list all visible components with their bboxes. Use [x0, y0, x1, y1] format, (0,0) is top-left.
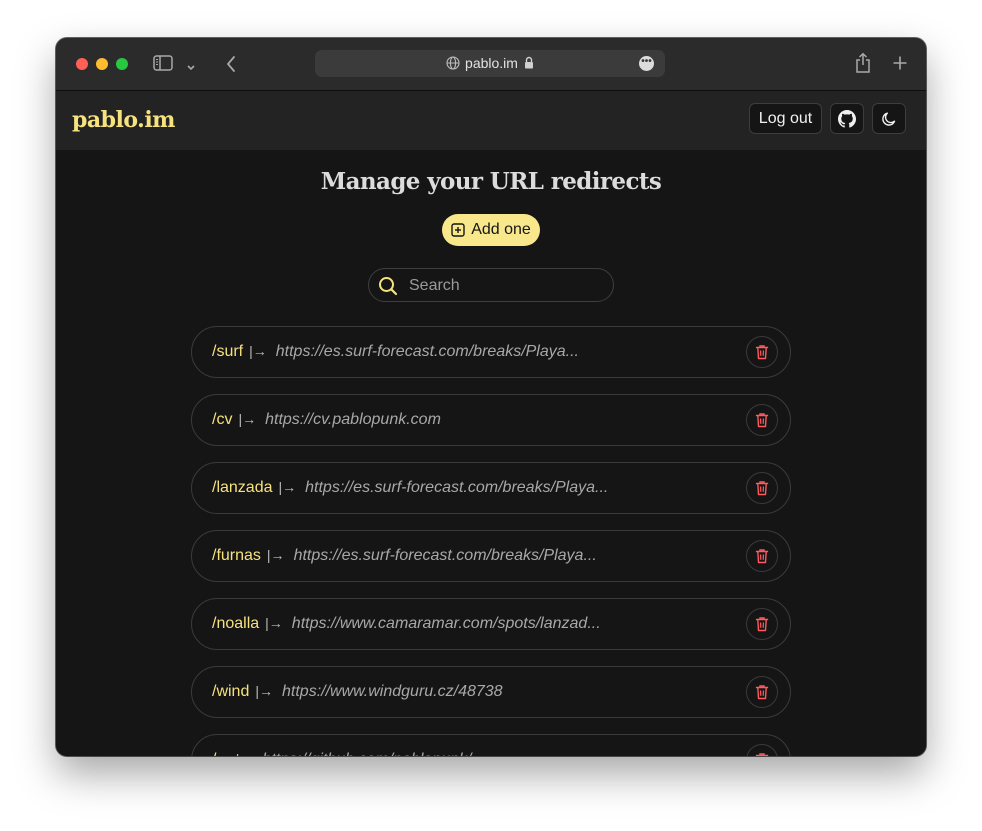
- trash-icon: [755, 753, 769, 756]
- redirect-arrow-icon: |→: [238, 411, 257, 427]
- chevron-down-icon[interactable]: [186, 59, 196, 77]
- github-button[interactable]: [830, 103, 864, 134]
- redirect-list: /surf |→ https://es.surf-forecast.com/brea…: [191, 326, 791, 756]
- delete-redirect-button[interactable]: [746, 540, 778, 572]
- main-content: Manage your URL redirects Add one /surf |…: [56, 150, 926, 756]
- redirect-target-url: https://es.surf-forecast.com/breaks/Play…: [305, 479, 609, 496]
- redirect-slug[interactable]: /noalla |→ https://www.camaramar.com/spots…: [212, 615, 601, 633]
- logout-button[interactable]: Log out: [749, 103, 822, 134]
- more-options-icon[interactable]: •••: [639, 56, 654, 71]
- browser-titlebar: pablo.im •••: [56, 38, 926, 91]
- redirect-slug[interactable]: /surf |→ https://es.surf-forecast.com/brea…: [212, 343, 579, 361]
- redirect-slug-text: /lanzada: [212, 479, 273, 496]
- redirect-target-url: https://github.com/pablopunk/...: [262, 751, 484, 756]
- delete-redirect-button[interactable]: [746, 472, 778, 504]
- redirect-arrow-icon: |→: [265, 615, 283, 631]
- redirect-target-url: https://es.surf-forecast.com/breaks/Play…: [275, 343, 579, 360]
- address-host-text: pablo.im: [465, 55, 518, 71]
- app-header: pablo.im Log out: [56, 91, 926, 150]
- redirect-slug-text: /...: [212, 751, 230, 756]
- trash-icon: [755, 617, 769, 632]
- redirect-arrow-icon: |→: [255, 683, 273, 699]
- redirect-slug-text: /wind: [212, 683, 250, 700]
- trash-icon: [755, 481, 769, 496]
- site-logo[interactable]: pablo.im: [72, 107, 175, 133]
- search-box[interactable]: [368, 268, 614, 302]
- trash-icon: [755, 549, 769, 564]
- trash-icon: [755, 345, 769, 360]
- redirect-arrow-icon: |→: [278, 479, 297, 495]
- back-arrow-icon[interactable]: [225, 55, 237, 78]
- add-square-icon: [451, 223, 465, 237]
- redirect-slug[interactable]: /cv |→ https://cv.pablopunk.com: [212, 411, 441, 429]
- redirect-target-url: https://cv.pablopunk.com: [265, 411, 441, 428]
- redirect-target-url: https://www.camaramar.com/spots/lanzad..…: [291, 615, 601, 632]
- minimize-window-button[interactable]: [96, 58, 108, 70]
- redirect-slug[interactable]: /lanzada |→ https://es.surf-forecast.com/b…: [212, 479, 608, 497]
- close-window-button[interactable]: [76, 58, 88, 70]
- share-icon[interactable]: [854, 52, 872, 79]
- redirect-slug[interactable]: /... |→ https://github.com/pablopunk/...: [212, 751, 485, 756]
- redirect-row[interactable]: /... |→ https://github.com/pablopunk/...: [191, 734, 791, 756]
- delete-redirect-button[interactable]: [746, 404, 778, 436]
- moon-icon: [882, 112, 896, 126]
- redirect-slug-text: /furnas: [212, 547, 261, 564]
- page-title: Manage your URL redirects: [320, 168, 662, 195]
- delete-redirect-button[interactable]: [746, 676, 778, 708]
- redirect-row[interactable]: /furnas |→ https://es.surf-forecast.com/br…: [191, 530, 791, 582]
- redirect-arrow-icon: |→: [266, 547, 285, 563]
- redirect-arrow-icon: |→: [236, 751, 254, 756]
- redirect-row[interactable]: /surf |→ https://es.surf-forecast.com/brea…: [191, 326, 791, 378]
- globe-icon: [446, 56, 460, 70]
- redirect-row[interactable]: /noalla |→ https://www.camaramar.com/spots…: [191, 598, 791, 650]
- redirect-slug[interactable]: /wind |→ https://www.windguru.cz/48738: [212, 683, 503, 701]
- redirect-slug[interactable]: /furnas |→ https://es.surf-forecast.com/br…: [212, 547, 597, 565]
- search-input[interactable]: [407, 274, 601, 298]
- github-icon: [838, 109, 856, 128]
- zoom-window-button[interactable]: [116, 58, 128, 70]
- redirect-target-url: https://www.windguru.cz/48738: [282, 683, 503, 700]
- trash-icon: [755, 685, 769, 700]
- redirect-slug-text: /noalla: [212, 615, 260, 632]
- new-tab-plus-icon[interactable]: [892, 55, 908, 76]
- search-icon: [378, 276, 398, 301]
- redirect-slug-text: /cv: [212, 411, 233, 428]
- theme-toggle-button[interactable]: [872, 103, 906, 134]
- redirect-row[interactable]: /lanzada |→ https://es.surf-forecast.com/b…: [191, 462, 791, 514]
- trash-icon: [755, 413, 769, 428]
- redirect-row[interactable]: /cv |→ https://cv.pablopunk.com: [191, 394, 791, 446]
- add-redirect-button[interactable]: Add one: [442, 214, 540, 246]
- address-host: pablo.im: [315, 55, 665, 71]
- address-bar[interactable]: pablo.im •••: [315, 50, 665, 77]
- sidebar-toggle-icon[interactable]: [153, 55, 173, 76]
- redirect-slug-text: /surf: [212, 343, 244, 360]
- delete-redirect-button[interactable]: [746, 744, 778, 756]
- add-redirect-label: Add one: [471, 221, 531, 238]
- redirect-arrow-icon: |→: [249, 343, 267, 359]
- redirect-row[interactable]: /wind |→ https://www.windguru.cz/48738: [191, 666, 791, 718]
- delete-redirect-button[interactable]: [746, 336, 778, 368]
- redirect-target-url: https://es.surf-forecast.com/breaks/Play…: [293, 547, 597, 564]
- browser-window: pablo.im ••• pablo.im Log out Manage you…: [56, 38, 926, 756]
- lock-icon: [524, 56, 533, 69]
- delete-redirect-button[interactable]: [746, 608, 778, 640]
